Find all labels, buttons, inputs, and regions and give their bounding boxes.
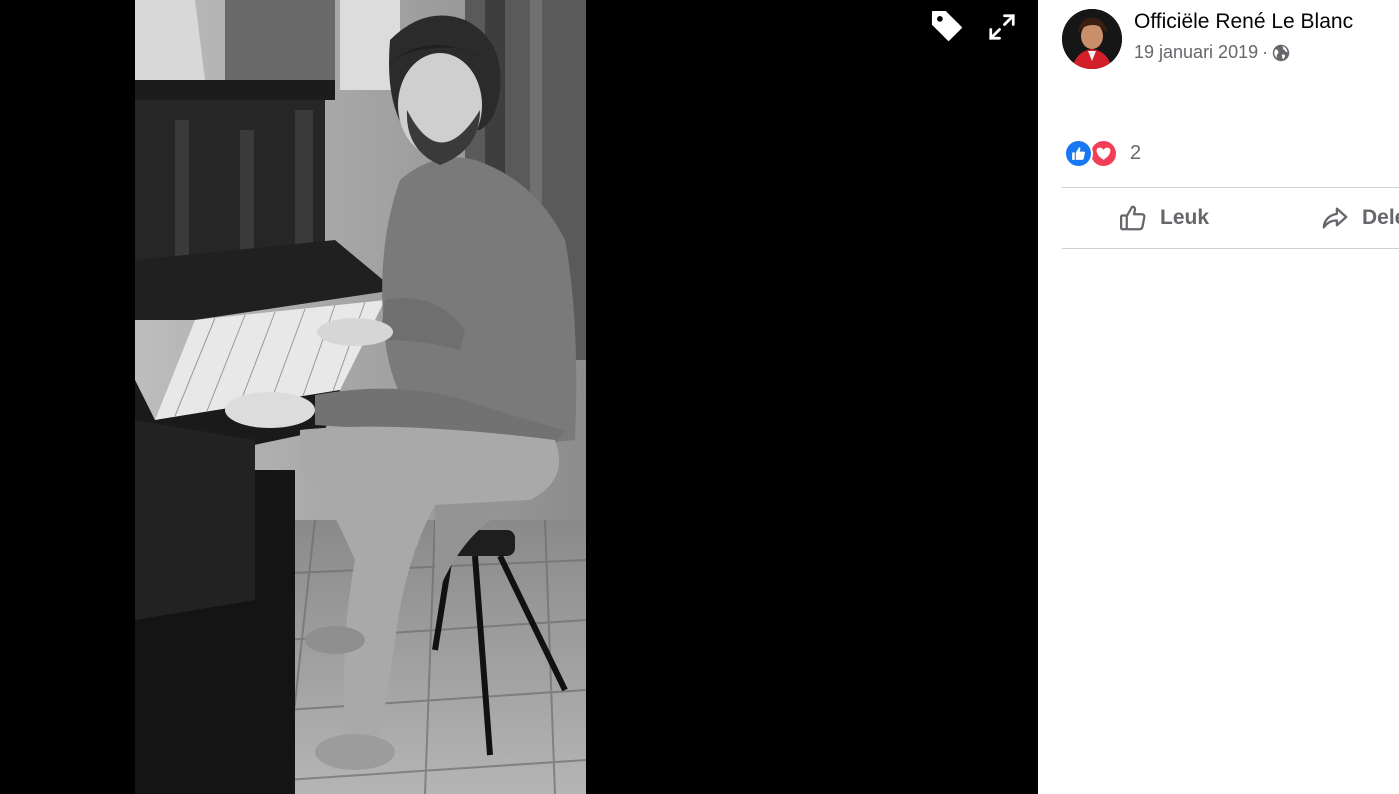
share-button-label: Delen bbox=[1362, 206, 1399, 229]
reactions-summary[interactable]: 2 bbox=[1064, 139, 1141, 168]
post-photo[interactable] bbox=[135, 0, 586, 794]
avatar-image bbox=[1062, 9, 1122, 69]
photo-viewer bbox=[0, 0, 1038, 794]
photo-piano-player bbox=[135, 0, 586, 794]
fullscreen-button[interactable] bbox=[982, 7, 1022, 47]
love-icon bbox=[1096, 147, 1111, 160]
like-reaction-icon bbox=[1064, 139, 1093, 168]
tag-button[interactable] bbox=[927, 6, 967, 46]
reaction-count: 2 bbox=[1130, 142, 1142, 164]
post-meta: 19 januari 2019 · bbox=[1134, 42, 1290, 63]
love-reaction-icon bbox=[1089, 139, 1118, 168]
like-button[interactable]: Leuk bbox=[1118, 194, 1209, 242]
post-date[interactable]: 19 januari 2019 bbox=[1134, 42, 1258, 63]
author-avatar[interactable] bbox=[1062, 9, 1122, 69]
like-button-label: Leuk bbox=[1160, 206, 1210, 229]
thumbs-up-icon bbox=[1120, 205, 1146, 231]
globe-icon bbox=[1272, 44, 1290, 61]
like-icon bbox=[1072, 147, 1085, 160]
actions-divider-bottom bbox=[1062, 248, 1399, 249]
expand-icon bbox=[989, 14, 1015, 40]
meta-separator: · bbox=[1262, 42, 1269, 62]
post-sidebar: Officiële René Le Blanc 19 januari 2019 … bbox=[1038, 0, 1399, 794]
share-button[interactable]: Delen bbox=[1320, 194, 1399, 242]
author-name-link[interactable]: Officiële René Le Blanc bbox=[1134, 10, 1353, 34]
tag-icon bbox=[931, 10, 963, 42]
actions-divider-top bbox=[1062, 187, 1399, 188]
share-icon bbox=[1322, 207, 1348, 229]
